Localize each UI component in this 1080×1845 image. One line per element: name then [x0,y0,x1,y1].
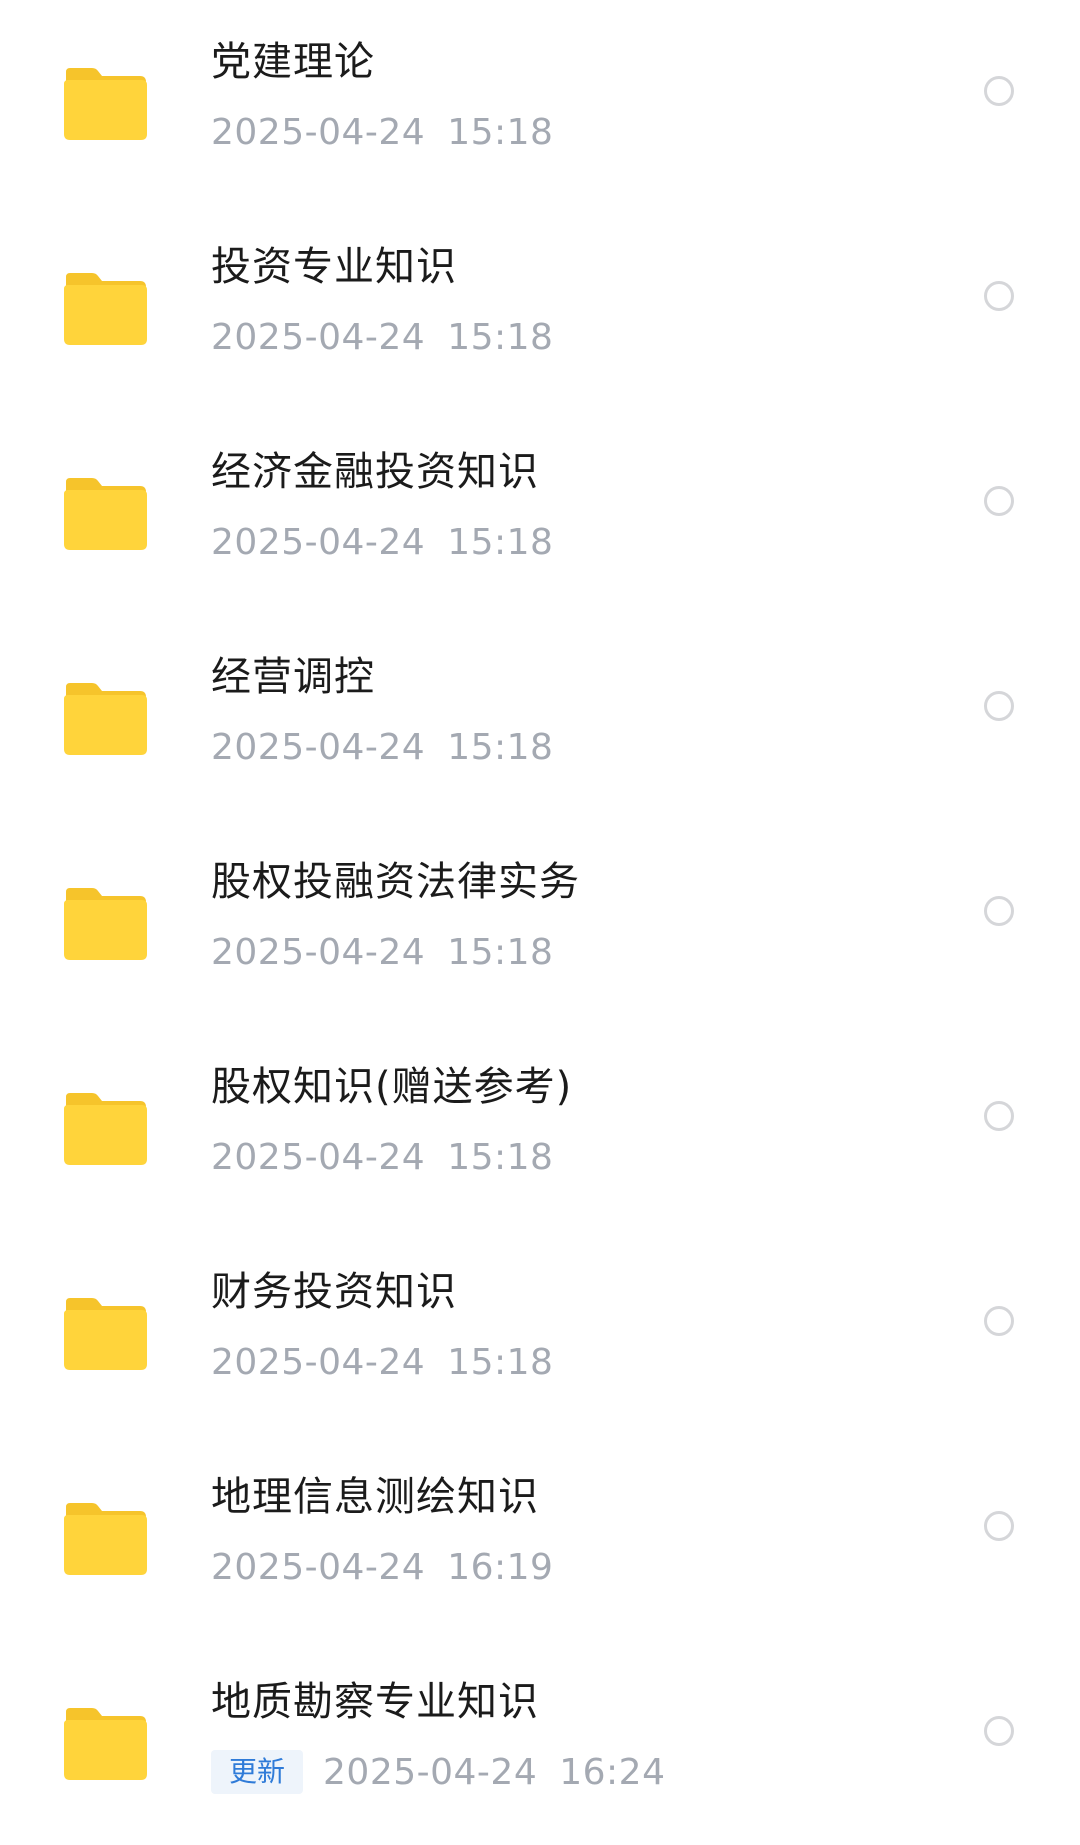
folder-meta: 更新 2025-04-24 16:24 [211,1748,665,1796]
radio-circle-icon[interactable] [984,76,1014,106]
modified-date: 2025-04-24 [211,1136,426,1178]
folder-list-item[interactable]: 财务投资知识 2025-04-24 15:18 [0,1230,1080,1435]
folder-icon [62,681,148,757]
folder-meta: 2025-04-24 15:18 [211,1338,553,1386]
folder-name: 地理信息测绘知识 [211,1474,539,1520]
folder-icon [62,1501,148,1577]
modified-date: 2025-04-24 [211,726,426,768]
radio-circle-icon[interactable] [984,896,1014,926]
folder-name: 地质勘察专业知识 [211,1679,539,1725]
folder-meta: 2025-04-24 15:18 [211,1133,553,1181]
modified-time: 16:24 [559,1751,666,1793]
radio-circle-icon[interactable] [984,1511,1014,1541]
folder-meta: 2025-04-24 15:18 [211,313,553,361]
folder-list-item[interactable]: 股权投融资法律实务 2025-04-24 15:18 [0,820,1080,1025]
folder-name: 投资专业知识 [211,244,457,290]
folder-list-item[interactable]: 地理信息测绘知识 2025-04-24 16:19 [0,1435,1080,1640]
modified-time: 15:18 [447,931,554,973]
modified-date: 2025-04-24 [211,1546,426,1588]
radio-circle-icon[interactable] [984,1306,1014,1336]
folder-icon [62,271,148,347]
folder-meta: 2025-04-24 15:18 [211,518,553,566]
modified-date: 2025-04-24 [211,1341,426,1383]
folder-list-item[interactable]: 投资专业知识 2025-04-24 15:18 [0,205,1080,410]
folder-list-item[interactable]: 经济金融投资知识 2025-04-24 15:18 [0,410,1080,615]
folder-name: 股权知识(赠送参考) [211,1064,573,1110]
file-list: 党建理论 2025-04-24 15:18 投资专业知识 2025-04-24 15:18… [0,0,1080,1829]
modified-time: 16:19 [447,1546,554,1588]
folder-icon [62,476,148,552]
folder-list-item[interactable]: 股权知识(赠送参考) 2025-04-24 15:18 [0,1025,1080,1230]
modified-time: 15:18 [447,726,554,768]
radio-circle-icon[interactable] [984,691,1014,721]
update-badge: 更新 [211,1750,304,1794]
radio-circle-icon[interactable] [984,281,1014,311]
radio-circle-icon[interactable] [984,1716,1014,1746]
modified-date: 2025-04-24 [211,316,426,358]
folder-meta: 2025-04-24 15:18 [211,928,553,976]
modified-date: 2025-04-24 [211,111,426,153]
folder-icon [62,66,148,142]
modified-date: 2025-04-24 [211,931,426,973]
modified-time: 15:18 [447,521,554,563]
folder-name: 党建理论 [211,39,375,85]
folder-list-item[interactable]: 地质勘察专业知识 更新 2025-04-24 16:24 [0,1640,1080,1845]
modified-date: 2025-04-24 [211,521,426,563]
folder-name: 经济金融投资知识 [211,449,539,495]
folder-name: 财务投资知识 [211,1269,457,1315]
radio-circle-icon[interactable] [984,486,1014,516]
modified-time: 15:18 [447,1136,554,1178]
folder-meta: 2025-04-24 15:18 [211,108,553,156]
folder-meta: 2025-04-24 16:19 [211,1543,553,1591]
folder-meta: 2025-04-24 15:18 [211,723,553,771]
folder-icon [62,886,148,962]
modified-time: 15:18 [447,111,554,153]
folder-icon [62,1706,148,1782]
modified-date: 2025-04-24 [323,1751,538,1793]
radio-circle-icon[interactable] [984,1101,1014,1131]
modified-time: 15:18 [447,316,554,358]
folder-name: 股权投融资法律实务 [211,859,580,905]
folder-icon [62,1296,148,1372]
folder-icon [62,1091,148,1167]
folder-name: 经营调控 [211,654,375,700]
folder-list-item[interactable]: 经营调控 2025-04-24 15:18 [0,615,1080,820]
folder-list-item[interactable]: 党建理论 2025-04-24 15:18 [0,0,1080,205]
modified-time: 15:18 [447,1341,554,1383]
